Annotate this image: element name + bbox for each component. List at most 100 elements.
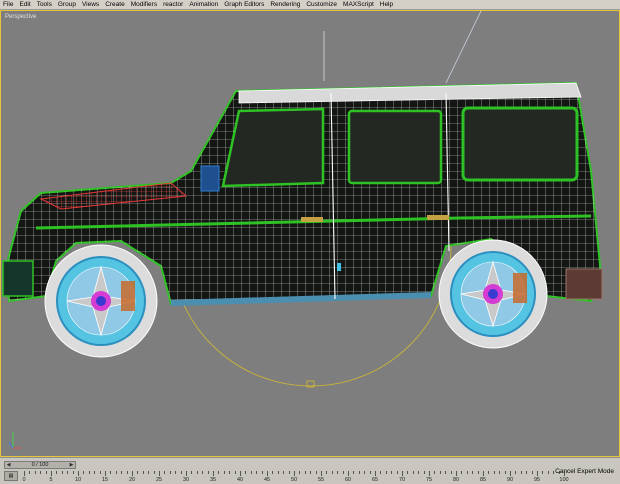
menu-rendering[interactable]: Rendering — [267, 0, 303, 9]
track-tick — [515, 471, 517, 474]
key-filter-icon[interactable]: ▤ — [4, 471, 18, 481]
track-tick — [358, 471, 360, 474]
car-wireframe-model[interactable] — [1, 11, 620, 457]
door-handle-rear — [427, 215, 449, 220]
track-tick-label: 80 — [452, 477, 460, 483]
track-tick — [531, 471, 533, 474]
track-tick — [418, 471, 420, 474]
pivot-marker — [337, 263, 341, 271]
track-tick-label: 15 — [101, 477, 109, 483]
track-tick-label: 45 — [263, 477, 271, 483]
track-tick — [142, 471, 144, 474]
menu-modifiers[interactable]: Modifiers — [128, 0, 160, 9]
track-tick-label: 85 — [479, 477, 487, 483]
track-tick — [240, 471, 241, 476]
track-tick — [472, 471, 474, 474]
track-tick — [423, 471, 425, 474]
time-slider[interactable]: ◀ 0 / 100 ▶ — [4, 461, 76, 469]
track-tick-label: 55 — [317, 477, 325, 483]
menu-animation[interactable]: Animation — [186, 0, 221, 9]
track-tick — [40, 471, 42, 474]
track-tick-label: 90 — [506, 477, 514, 483]
track-tick — [250, 471, 252, 474]
menu-group[interactable]: Group — [55, 0, 79, 9]
menu-tools[interactable]: Tools — [34, 0, 55, 9]
track-tick — [353, 471, 355, 474]
side-mirror — [200, 165, 220, 192]
track-tick — [283, 471, 285, 474]
track-tick — [110, 471, 112, 474]
menu-graph-editors[interactable]: Graph Editors — [221, 0, 267, 9]
menu-help[interactable]: Help — [377, 0, 396, 9]
track-tick — [304, 471, 306, 474]
track-tick-label: 75 — [425, 477, 433, 483]
track-tick — [310, 471, 312, 474]
track-tick — [277, 471, 279, 474]
track-tick — [148, 471, 150, 474]
track-tick — [245, 471, 247, 474]
track-tick — [132, 471, 133, 476]
track-tick-label: 0 — [22, 477, 26, 483]
menu-file[interactable]: File — [0, 0, 16, 9]
track-tick — [477, 471, 479, 474]
track-tick-label: 30 — [182, 477, 190, 483]
track-tick — [175, 471, 177, 474]
perspective-viewport[interactable]: Perspective — [0, 10, 620, 457]
track-tick — [380, 471, 382, 474]
track-tick — [364, 471, 366, 474]
track-tick — [159, 471, 160, 476]
track-tick — [29, 471, 31, 474]
track-tick — [24, 471, 25, 476]
track-tick — [34, 471, 36, 474]
track-tick — [342, 471, 344, 474]
track-tick — [510, 471, 511, 476]
menu-bar: File Edit Tools Group Views Create Modif… — [0, 0, 620, 10]
track-tick — [504, 471, 506, 474]
menu-customize[interactable]: Customize — [303, 0, 340, 9]
track-tick — [83, 471, 85, 474]
track-tick — [61, 471, 63, 474]
track-tick-label: 5 — [49, 477, 53, 483]
track-tick — [407, 471, 409, 474]
track-tick — [483, 471, 484, 476]
menu-create[interactable]: Create — [102, 0, 128, 9]
menu-reactor[interactable]: reactor — [160, 0, 186, 9]
track-tick — [315, 471, 317, 474]
cancel-expert-mode-button[interactable]: Cancel Expert Mode — [553, 467, 616, 476]
track-tick-label: 60 — [344, 477, 352, 483]
track-bar[interactable]: 0 5 10 15 20 25 30 35 40 45 50 55 60 65 70 75 80 85 90 95 10… — [22, 471, 569, 483]
track-tick — [488, 471, 490, 474]
track-tick — [450, 471, 452, 474]
track-tick — [229, 471, 231, 474]
track-tick — [526, 471, 528, 474]
track-tick — [99, 471, 101, 474]
track-tick — [207, 471, 209, 474]
track-tick — [137, 471, 139, 474]
track-tick — [369, 471, 371, 474]
track-tick-label: 40 — [236, 477, 244, 483]
arrow-left-icon[interactable]: ◀ — [5, 462, 12, 468]
track-tick-label: 50 — [290, 477, 298, 483]
track-tick-label: 10 — [74, 477, 82, 483]
track-tick — [439, 471, 441, 474]
track-tick-label: 20 — [128, 477, 136, 483]
track-tick — [466, 471, 468, 474]
track-tick — [375, 471, 376, 476]
timeline-panel: ◀ 0 / 100 ▶ ▤ 0 5 10 15 20 25 30 35 40 45 50 55 60 65… — [0, 457, 620, 484]
track-tick — [164, 471, 166, 474]
track-tick — [288, 471, 290, 474]
menu-edit[interactable]: Edit — [16, 0, 33, 9]
track-tick — [105, 471, 106, 476]
front-window — [221, 107, 325, 188]
arrow-right-icon[interactable]: ▶ — [68, 462, 75, 468]
track-tick — [267, 471, 268, 476]
menu-views[interactable]: Views — [79, 0, 102, 9]
track-tick — [186, 471, 187, 476]
axis-tripod-icon — [8, 432, 21, 449]
track-tick — [499, 471, 501, 474]
track-tick — [385, 471, 387, 474]
rear-side-window — [461, 106, 579, 182]
track-tick — [429, 471, 430, 476]
time-slider-value: 0 / 100 — [31, 462, 49, 468]
menu-maxscript[interactable]: MAXScript — [340, 0, 377, 9]
